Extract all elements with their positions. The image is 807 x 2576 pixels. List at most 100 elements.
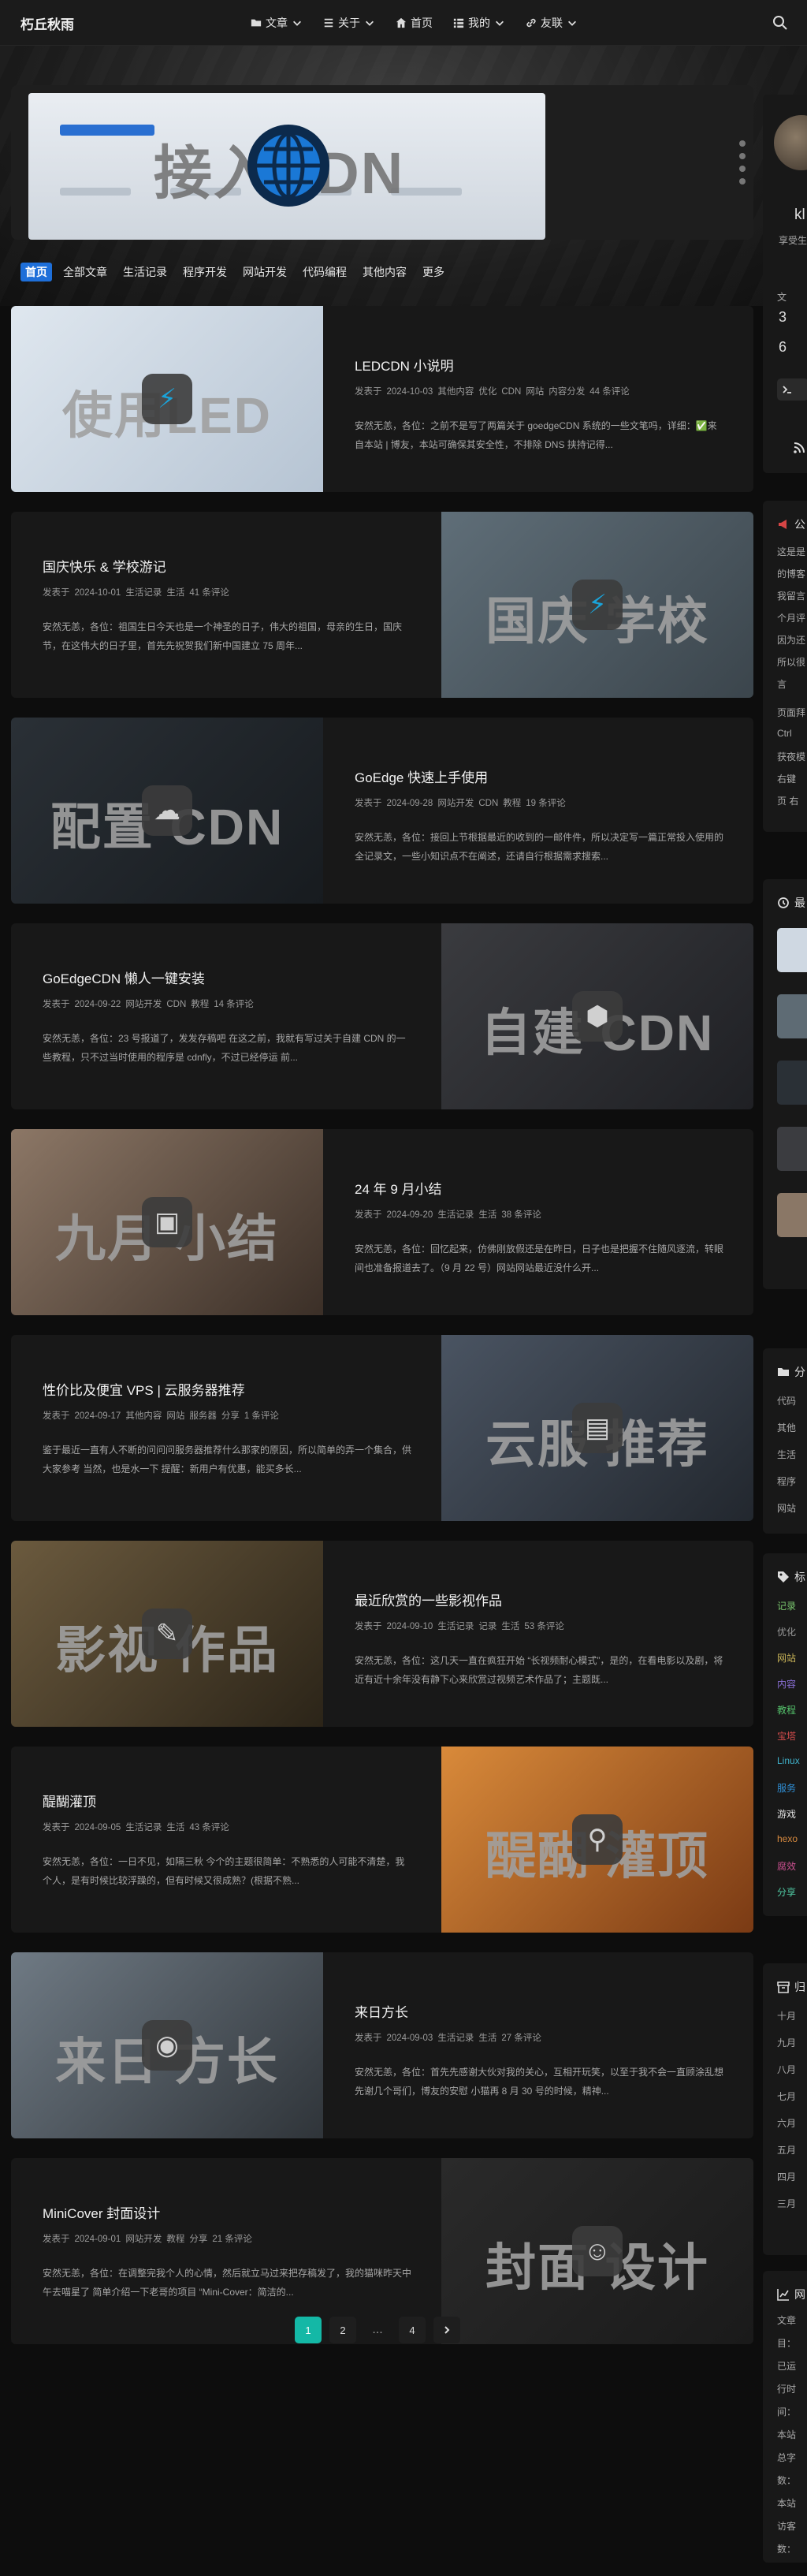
meta-tag[interactable]: 网站	[526, 383, 544, 401]
tag-item[interactable]: 内容	[777, 1677, 796, 1691]
post-card[interactable]: 云服 推荐 ▤ 性价比及便宜 VPS | 云服务器推荐 发表于 2024-09-17 其他…	[11, 1335, 753, 1521]
tag-item[interactable]: 宝塔	[777, 1729, 796, 1743]
post-card[interactable]: 醍醐 灌顶 ⚲ 醍醐灌顶 发表于 2024-09-05 生活记录 生活 43 条评论 安然无恙，…	[11, 1747, 753, 1933]
archive-item[interactable]: 三月	[777, 2197, 796, 2210]
meta-category[interactable]: 其他内容	[437, 383, 474, 401]
post-title[interactable]: GoEdge 快速上手使用	[355, 766, 488, 786]
tab-more[interactable]: 更多	[418, 263, 449, 281]
meta-category[interactable]: 生活记录	[437, 1206, 474, 1224]
tag-item[interactable]: 记录	[777, 1599, 796, 1612]
category-item[interactable]: 程序	[777, 1474, 796, 1488]
archive-item[interactable]: 八月	[777, 2063, 796, 2076]
tag-item[interactable]: 游戏	[777, 1807, 796, 1821]
tag-item[interactable]: 网站	[777, 1651, 796, 1665]
terminal-button[interactable]	[777, 378, 807, 401]
recent-post-thumbnail[interactable]	[777, 928, 807, 972]
meta-tag[interactable]: 教程	[166, 2231, 184, 2248]
post-thumbnail[interactable]: 使用LED⚡	[11, 306, 323, 492]
page-button[interactable]: 2	[329, 2317, 356, 2343]
meta-tag[interactable]: 分享	[221, 1407, 240, 1425]
post-thumbnail[interactable]: 封面 设计 ☺	[441, 2158, 753, 2344]
tag-item[interactable]: 优化	[777, 1625, 796, 1638]
recent-post-thumbnail[interactable]	[777, 994, 807, 1038]
carousel-dot[interactable]	[739, 140, 746, 147]
meta-comment-count[interactable]: 38 条评论	[501, 1206, 541, 1224]
post-card[interactable]: 配置 CDN ☁ GoEdge 快速上手使用 发表于 2024-09-28 网站开发 CDN…	[11, 718, 753, 904]
archive-item[interactable]: 四月	[777, 2170, 796, 2183]
meta-tag[interactable]: 分享	[189, 2231, 207, 2248]
tab-webdev[interactable]: 网站开发	[238, 263, 292, 281]
meta-category[interactable]: 网站开发	[125, 996, 162, 1013]
post-thumbnail[interactable]: 云服 推荐 ▤	[441, 1335, 753, 1521]
meta-tag[interactable]: 记录	[478, 1618, 496, 1635]
meta-tag[interactable]: CDN	[166, 996, 186, 1013]
avatar[interactable]	[774, 115, 807, 170]
post-card[interactable]: 九月 小结 ▣ 24 年 9 月小结 发表于 2024-09-20 生活记录 生活 38 条评…	[11, 1129, 753, 1315]
meta-category[interactable]: 生活记录	[125, 1819, 162, 1836]
archive-item[interactable]: 十月	[777, 2009, 796, 2022]
meta-category[interactable]: 生活记录	[437, 1618, 474, 1635]
post-title[interactable]: LEDCDN 小说明	[355, 355, 454, 375]
tab-other[interactable]: 其他内容	[358, 263, 411, 281]
category-item[interactable]: 生活	[777, 1448, 796, 1461]
recent-post-thumbnail[interactable]	[777, 1127, 807, 1171]
recent-post-thumbnail[interactable]	[777, 1061, 807, 1105]
featured-banner[interactable]: 接入CDN	[11, 85, 753, 240]
category-item[interactable]: 代码	[777, 1394, 796, 1407]
meta-category[interactable]: 生活记录	[437, 2030, 474, 2047]
meta-tag[interactable]: 教程	[503, 795, 521, 812]
post-title[interactable]: 性价比及便宜 VPS | 云服务器推荐	[43, 1379, 245, 1399]
meta-comment-count[interactable]: 19 条评论	[526, 795, 566, 812]
archive-item[interactable]: 九月	[777, 2036, 796, 2049]
post-title[interactable]: MiniCover 封面设计	[43, 2202, 160, 2222]
meta-category[interactable]: 其他内容	[125, 1407, 162, 1425]
post-thumbnail[interactable]: 自建 CDN ⬢	[441, 923, 753, 1109]
post-title[interactable]: GoEdgeCDN 懒人一键安装	[43, 967, 205, 987]
meta-tag[interactable]: 生活	[166, 1819, 184, 1836]
page-button[interactable]: 1	[295, 2317, 322, 2343]
post-thumbnail[interactable]: 来日 方长 ◉	[11, 1952, 323, 2138]
post-title[interactable]: 最近欣赏的一些影视作品	[355, 1590, 502, 1609]
post-thumbnail[interactable]: 国庆 学校 ⚡	[441, 512, 753, 698]
post-card[interactable]: 影视 作品 ✎ 最近欣赏的一些影视作品 发表于 2024-09-10 生活记录 记录 生活 53…	[11, 1541, 753, 1727]
meta-comment-count[interactable]: 21 条评论	[212, 2231, 252, 2248]
tab-programming[interactable]: 程序开发	[178, 263, 232, 281]
carousel-dot[interactable]	[739, 166, 746, 172]
meta-tag[interactable]: 服务器	[189, 1407, 217, 1425]
meta-tag[interactable]: 网站	[166, 1407, 184, 1425]
archive-item[interactable]: 六月	[777, 2116, 796, 2130]
carousel-dot[interactable]	[739, 153, 746, 159]
page-button[interactable]: 4	[399, 2317, 426, 2343]
meta-category[interactable]: 网站开发	[437, 795, 474, 812]
post-thumbnail[interactable]: 九月 小结 ▣	[11, 1129, 323, 1315]
next-page-button[interactable]	[433, 2317, 460, 2343]
post-title[interactable]: 24 年 9 月小结	[355, 1178, 442, 1198]
category-item[interactable]: 其他	[777, 1421, 796, 1434]
meta-tag[interactable]: 生活	[478, 2030, 496, 2047]
archive-item[interactable]: 五月	[777, 2143, 796, 2157]
post-card[interactable]: 使用LED⚡ LEDCDN 小说明发表于 2024-10-03 其他内容优化 CDN 网站…	[11, 306, 753, 492]
tag-item[interactable]: 服务	[777, 1781, 796, 1795]
meta-category[interactable]: 生活记录	[125, 584, 162, 602]
meta-tag[interactable]: 生活	[478, 1206, 496, 1224]
post-card[interactable]: 自建 CDN ⬢ GoEdgeCDN 懒人一键安装 发表于 2024-09-22 网站开发…	[11, 923, 753, 1109]
site-brand[interactable]: 朽丘秋雨	[20, 13, 74, 33]
tab-life[interactable]: 生活记录	[118, 263, 172, 281]
carousel-dot[interactable]	[739, 178, 746, 185]
meta-comment-count[interactable]: 43 条评论	[189, 1819, 229, 1836]
meta-tag[interactable]: 内容分发	[549, 383, 585, 401]
meta-comment-count[interactable]: 1 条评论	[244, 1407, 279, 1425]
tag-item[interactable]: 教程	[777, 1703, 796, 1717]
tab-home[interactable]: 首页	[20, 263, 52, 281]
post-title[interactable]: 来日方长	[355, 2001, 408, 2021]
recent-post-thumbnail[interactable]	[777, 1193, 807, 1237]
meta-tag[interactable]: 生活	[166, 584, 184, 602]
meta-tag[interactable]: 生活	[501, 1618, 519, 1635]
post-title[interactable]: 醍醐灌顶	[43, 1791, 96, 1810]
tag-item[interactable]: 腐效	[777, 1859, 796, 1873]
tab-coding[interactable]: 代码编程	[298, 263, 351, 281]
menu-friends[interactable]: 友联	[526, 15, 578, 31]
rss-icon[interactable]	[793, 442, 805, 454]
post-card[interactable]: 国庆 学校 ⚡ 国庆快乐 & 学校游记 发表于 2024-10-01 生活记录 生活 41 条…	[11, 512, 753, 698]
meta-comment-count[interactable]: 44 条评论	[589, 383, 630, 401]
